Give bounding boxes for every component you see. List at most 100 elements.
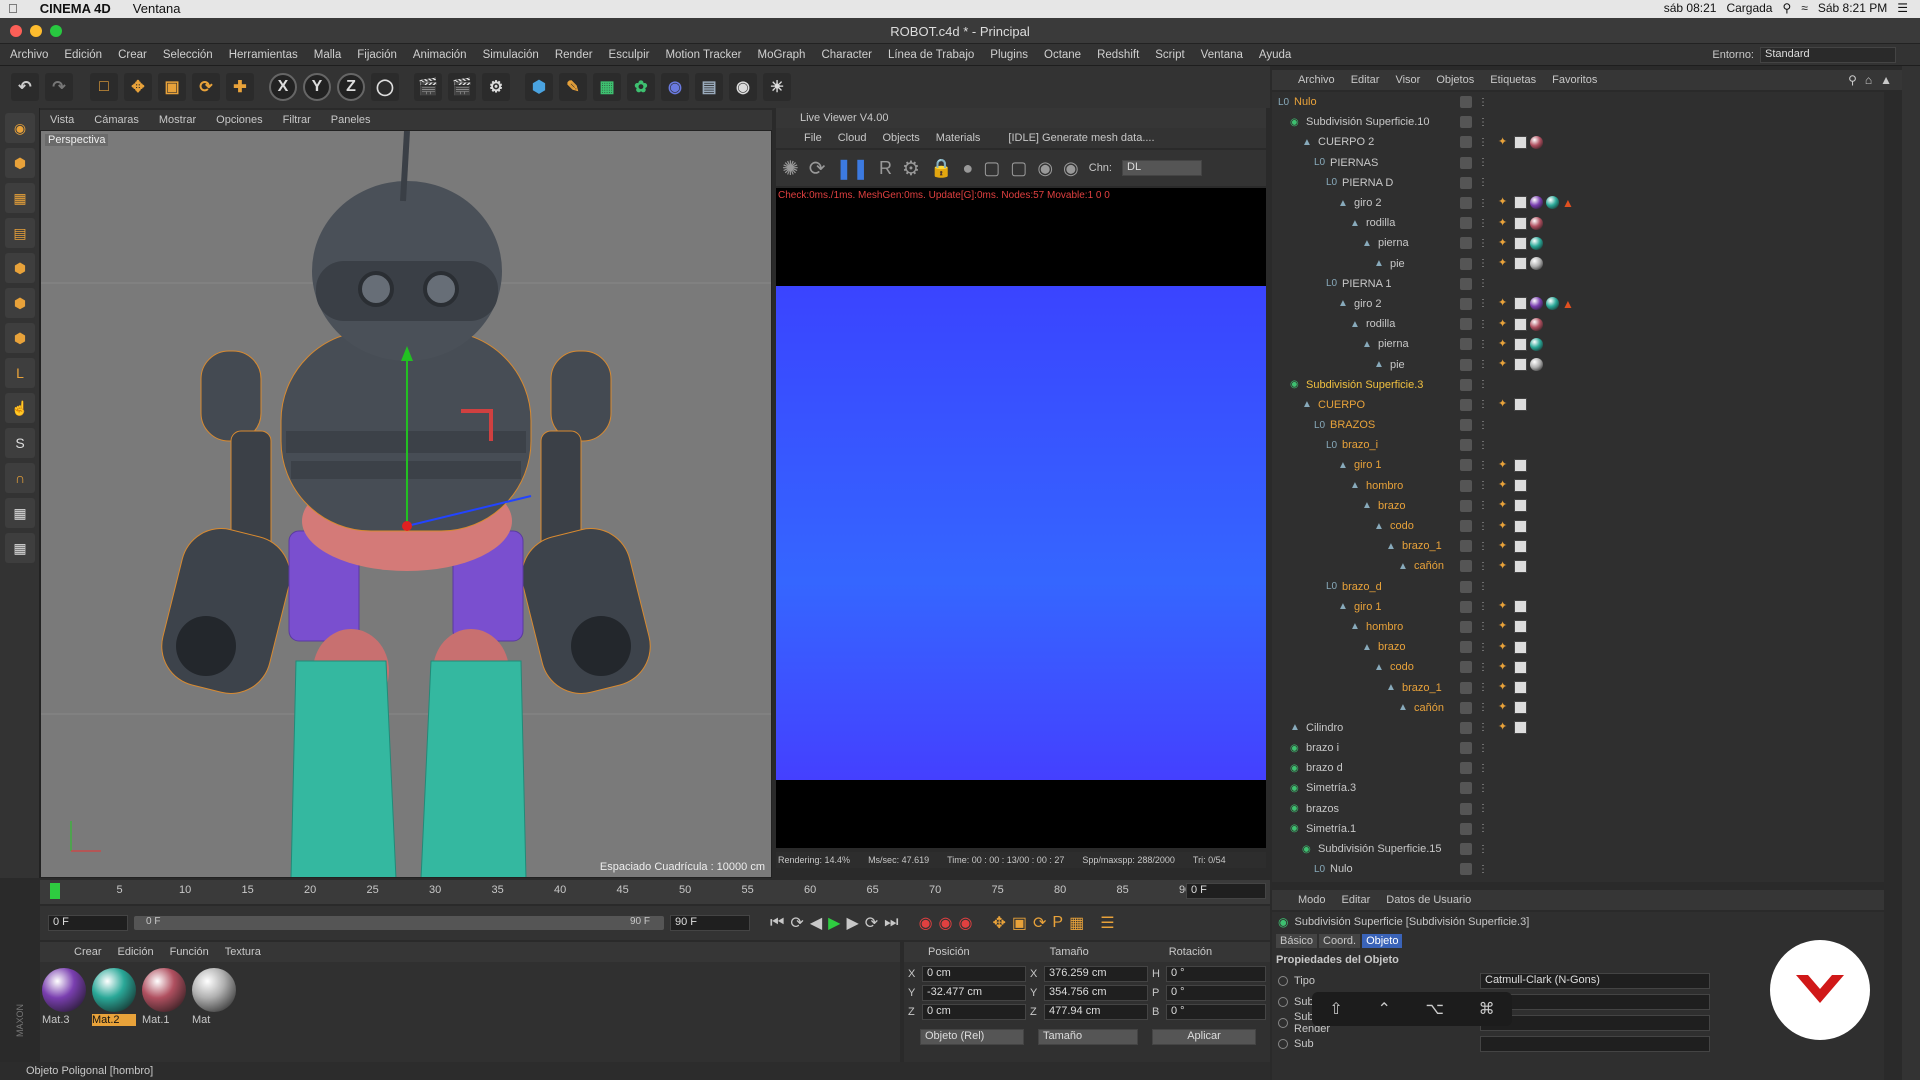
- model-mode-icon[interactable]: ⬢: [5, 148, 35, 178]
- redo-button[interactable]: ↷: [45, 73, 73, 101]
- uvw-tag-icon[interactable]: [1514, 216, 1527, 230]
- warning-tag-icon[interactable]: ▲: [1562, 196, 1574, 210]
- object-tree-row[interactable]: ▲ brazo ⋮ ✦: [1272, 496, 1884, 516]
- visibility-toggle[interactable]: [1460, 721, 1472, 734]
- texture-mode-icon[interactable]: ▦: [5, 183, 35, 213]
- property-value[interactable]: Catmull-Clark (N-Gons): [1480, 972, 1710, 989]
- object-name[interactable]: pierna: [1378, 338, 1409, 350]
- coord-mode-select[interactable]: Objeto (Rel): [920, 1029, 1024, 1045]
- object-name[interactable]: rodilla: [1366, 318, 1395, 330]
- uvw-tag-icon[interactable]: [1514, 499, 1527, 513]
- object-name[interactable]: Cilindro: [1306, 722, 1343, 734]
- material-swatch[interactable]: Mat.1: [142, 968, 186, 1026]
- visibility-toggle[interactable]: [1460, 479, 1472, 492]
- position-field[interactable]: 0 cm: [922, 966, 1026, 982]
- orientation-tag-icon[interactable]: ✦: [1498, 398, 1511, 411]
- material-tag-icon[interactable]: [1530, 135, 1543, 149]
- object-name[interactable]: brazo_d: [1342, 581, 1382, 593]
- om-menu-item[interactable]: Visor: [1387, 74, 1428, 86]
- rotation-field[interactable]: 0 °: [1166, 985, 1266, 1001]
- visibility-toggle[interactable]: [1460, 863, 1472, 876]
- object-name[interactable]: hombro: [1366, 621, 1403, 633]
- visibility-toggle[interactable]: [1460, 560, 1472, 573]
- orientation-tag-icon[interactable]: ✦: [1498, 257, 1511, 270]
- object-name[interactable]: giro 2: [1354, 298, 1382, 310]
- lock-grid-icon[interactable]: ▦: [5, 533, 35, 563]
- visibility-toggle[interactable]: [1460, 661, 1472, 674]
- property-value[interactable]: 2: [1480, 993, 1710, 1010]
- object-tree-row[interactable]: ▲ hombro ⋮ ✦: [1272, 617, 1884, 637]
- visibility-toggle[interactable]: [1460, 822, 1472, 835]
- cube-button[interactable]: ⬢: [525, 73, 553, 101]
- current-frame-marker[interactable]: [50, 883, 60, 899]
- scale-tool-button[interactable]: ▣: [158, 73, 186, 101]
- live-viewer-render[interactable]: Check:0ms./1ms. MeshGen:0ms. Update[G]:0…: [776, 188, 1266, 848]
- rotation-field[interactable]: 0 °: [1166, 1004, 1266, 1020]
- warning-tag-icon[interactable]: ▲: [1562, 297, 1574, 311]
- axis-mode-icon[interactable]: L: [5, 358, 35, 388]
- object-name[interactable]: codo: [1390, 661, 1414, 673]
- object-tree-row[interactable]: ▲ brazo_1 ⋮ ✦: [1272, 677, 1884, 697]
- snap-icon[interactable]: S: [5, 428, 35, 458]
- render-dots[interactable]: ⋮: [1478, 319, 1488, 330]
- key-pla-icon[interactable]: ▦: [1069, 913, 1084, 933]
- size-field[interactable]: 477.94 cm: [1044, 1004, 1148, 1020]
- visibility-toggle[interactable]: [1460, 419, 1472, 432]
- orientation-tag-icon[interactable]: ✦: [1498, 600, 1511, 613]
- object-name[interactable]: giro 1: [1354, 459, 1382, 471]
- object-name[interactable]: brazo d: [1306, 762, 1343, 774]
- om-menu-item[interactable]: Editar: [1343, 74, 1388, 86]
- object-name[interactable]: Subdivisión Superficie.3: [1306, 379, 1423, 391]
- material-menu-item[interactable]: Crear: [66, 946, 110, 958]
- visibility-toggle[interactable]: [1460, 217, 1472, 230]
- object-name[interactable]: brazo i: [1306, 742, 1339, 754]
- visibility-toggle[interactable]: [1460, 782, 1472, 795]
- menu-item[interactable]: Fijación: [349, 49, 405, 61]
- orientation-tag-icon[interactable]: ✦: [1498, 338, 1511, 351]
- restart-icon[interactable]: ⟳: [809, 156, 826, 181]
- live-viewer-menu-item[interactable]: File: [796, 132, 830, 144]
- send-scene-icon[interactable]: ✺: [782, 156, 799, 181]
- tab-coord[interactable]: Coord.: [1319, 934, 1361, 948]
- clock[interactable]: Sáb 8:21 PM: [1818, 1, 1887, 15]
- object-name[interactable]: pierna: [1378, 237, 1409, 249]
- uvw-tag-icon[interactable]: [1514, 640, 1527, 654]
- material-tag-icon[interactable]: [1546, 196, 1559, 210]
- visibility-toggle[interactable]: [1460, 277, 1472, 290]
- object-tree-row[interactable]: ▲ giro 2 ⋮ ✦ ▲: [1272, 193, 1884, 213]
- om-home-icon[interactable]: ⌂: [1865, 73, 1872, 87]
- y-axis-button[interactable]: Y: [303, 73, 331, 101]
- menu-item[interactable]: MoGraph: [750, 49, 814, 61]
- timeline[interactable]: 051015202530354045505560657075808590 0 F: [40, 880, 1270, 904]
- right-side-tabs[interactable]: [1902, 66, 1920, 1080]
- material-tag-icon[interactable]: [1546, 296, 1559, 310]
- om-menu-item[interactable]: Etiquetas: [1482, 74, 1544, 86]
- uvw-tag-icon[interactable]: [1514, 296, 1527, 310]
- start-frame-field[interactable]: 0 F: [48, 915, 128, 931]
- tab-objeto[interactable]: Objeto: [1362, 934, 1403, 948]
- lock-icon[interactable]: 🔒: [930, 158, 952, 179]
- menu-item[interactable]: Crear: [110, 49, 155, 61]
- range-slider[interactable]: 0 F 90 F: [134, 916, 664, 930]
- coord-size-select[interactable]: Tamaño: [1038, 1029, 1138, 1045]
- viewport-menu-item[interactable]: Opciones: [206, 114, 272, 126]
- object-tree-row[interactable]: ▲ cañón ⋮ ✦: [1272, 698, 1884, 718]
- object-name[interactable]: brazo: [1378, 641, 1406, 653]
- material-tag-icon[interactable]: [1530, 257, 1543, 271]
- pick-material-icon[interactable]: ◉: [1063, 158, 1079, 179]
- object-tree-row[interactable]: ◉ Simetría.3 ⋮: [1272, 778, 1884, 798]
- render-picture-button[interactable]: 🎬: [448, 73, 476, 101]
- object-tree-row[interactable]: ▲ codo ⋮ ✦: [1272, 516, 1884, 536]
- go-to-prev-key-icon[interactable]: ⟳: [790, 913, 803, 933]
- 3d-viewport[interactable]: Perspectiva Espaciado Cuadrícula: 10000…: [40, 130, 772, 878]
- object-tree-row[interactable]: ◉ Simetría.1 ⋮: [1272, 819, 1884, 839]
- object-name[interactable]: codo: [1390, 520, 1414, 532]
- visibility-toggle[interactable]: [1460, 641, 1472, 654]
- viewport-menu-item[interactable]: Vista: [40, 114, 84, 126]
- viewport-menu-item[interactable]: Paneles: [321, 114, 381, 126]
- visibility-toggle[interactable]: [1460, 600, 1472, 613]
- size-field[interactable]: 376.259 cm: [1044, 966, 1148, 982]
- material-tag-icon[interactable]: [1530, 317, 1543, 331]
- floor-button[interactable]: ▤: [695, 73, 723, 101]
- auto-key-icon[interactable]: ◉: [939, 913, 953, 933]
